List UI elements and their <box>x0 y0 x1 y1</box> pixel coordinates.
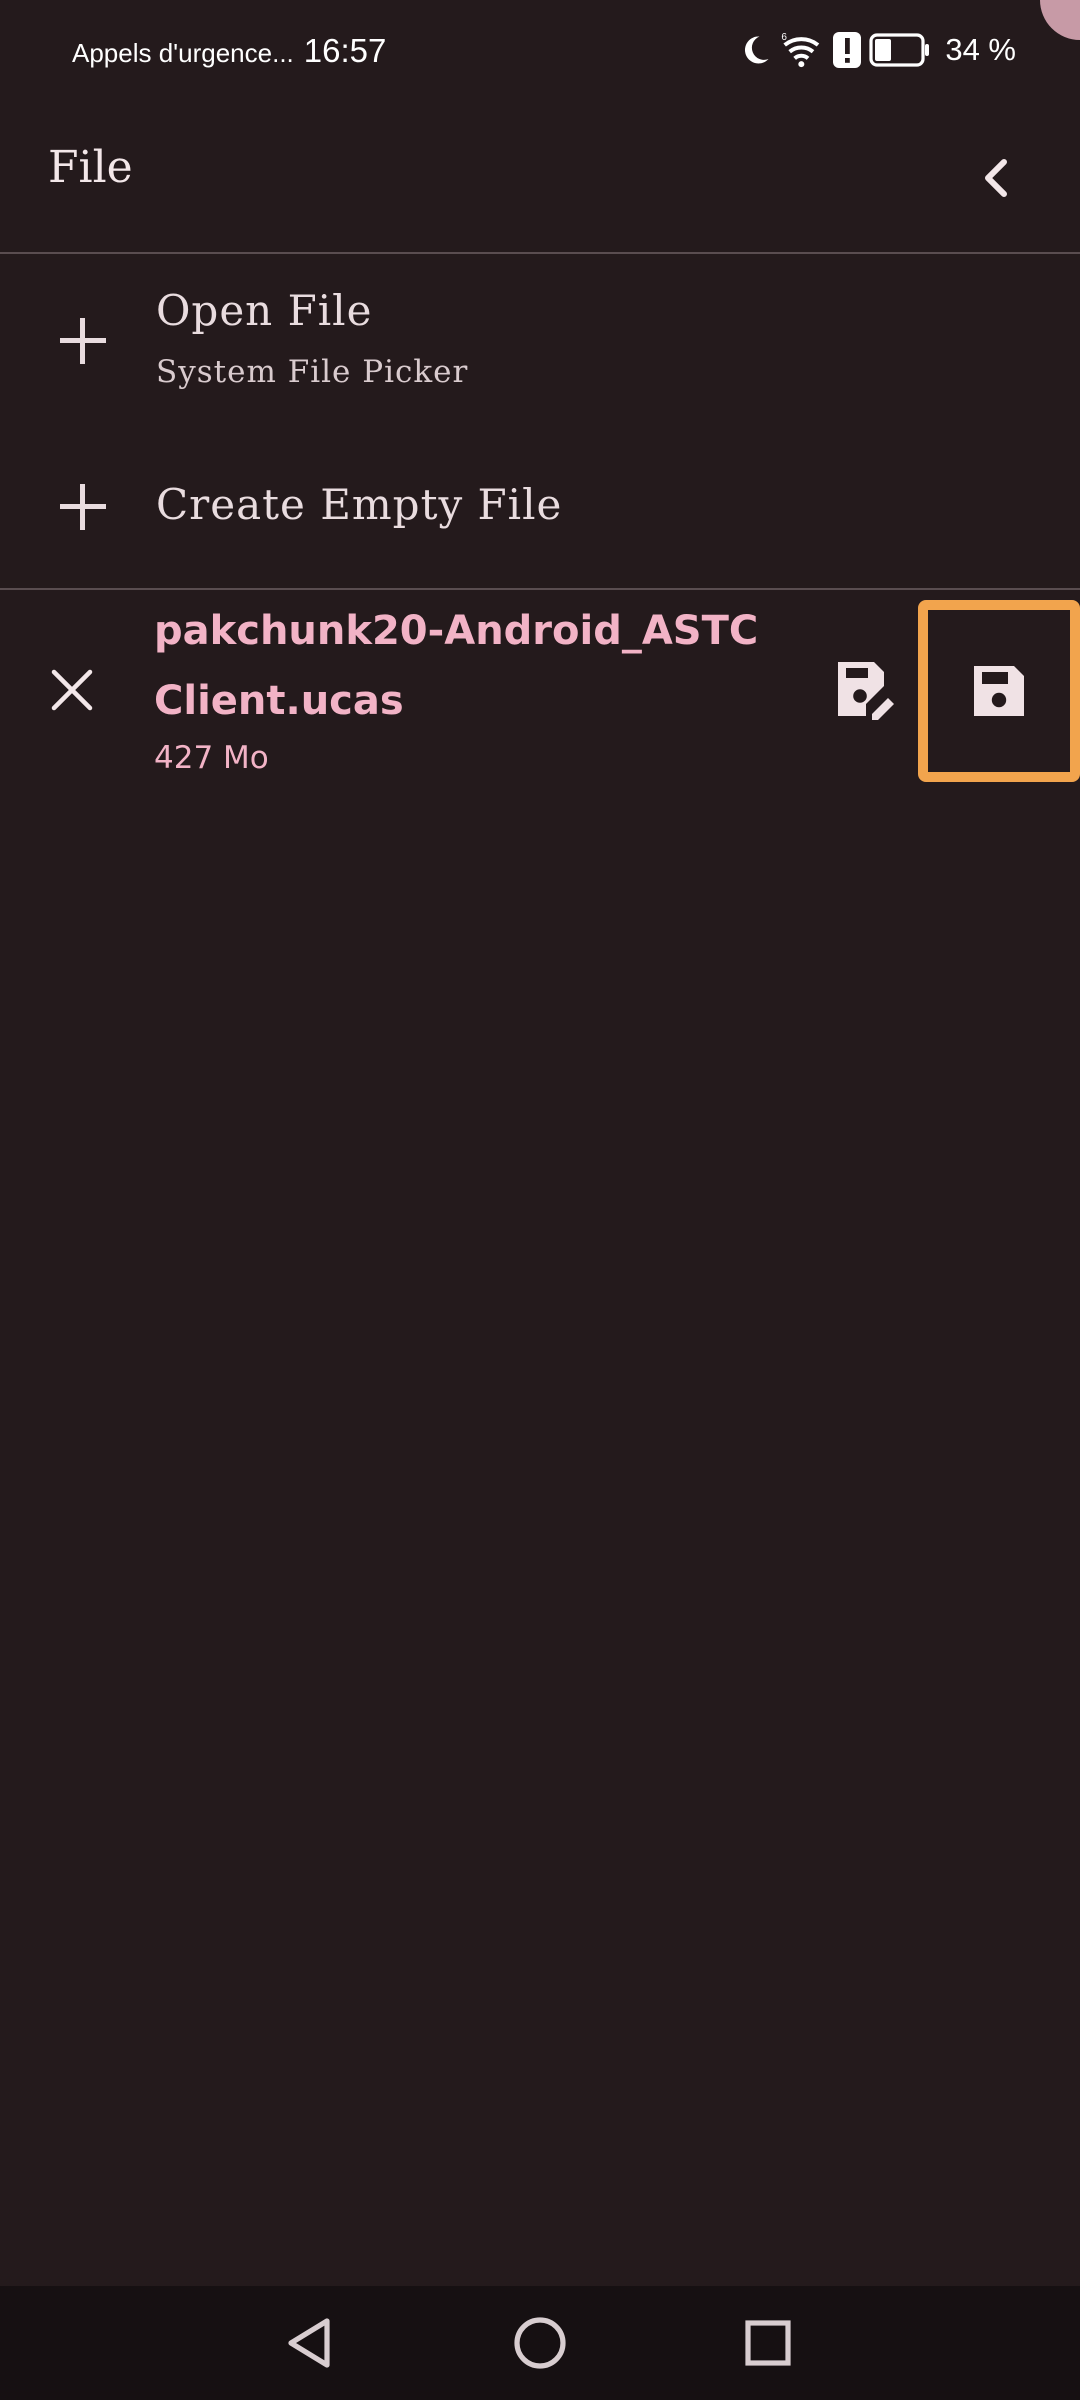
status-right: 6 34 % <box>737 30 1016 70</box>
battery-icon <box>869 33 931 67</box>
clock: 16:57 <box>303 32 387 69</box>
nav-home-button[interactable] <box>505 2308 575 2378</box>
nav-back-button[interactable] <box>274 2308 344 2378</box>
file-name: pakchunk20-Android_ASTCClient.ucas <box>154 608 759 724</box>
nav-recents-button[interactable] <box>733 2308 803 2378</box>
save-icon <box>974 666 1024 716</box>
battery-percent: 34 % <box>945 32 1016 67</box>
moon-icon <box>737 32 773 68</box>
wifi-icon: 6 <box>781 30 825 70</box>
triangle-back-icon <box>288 2318 330 2368</box>
save-as-button[interactable] <box>820 644 910 734</box>
open-file-sublabel: System File Picker <box>156 354 469 390</box>
open-file-item[interactable]: Open File System File Picker <box>0 254 1080 430</box>
create-empty-file-item[interactable]: Create Empty File <box>0 430 1080 586</box>
emergency-calls-text: Appels d'urgence... <box>72 38 294 68</box>
app-header: File <box>0 106 1080 254</box>
status-bar: Appels d'urgence... 16:57 6 34 % <box>0 0 1080 106</box>
save-button[interactable] <box>918 600 1080 782</box>
create-empty-file-label: Create Empty File <box>156 480 563 529</box>
close-file-button[interactable] <box>32 650 112 730</box>
file-size: 427 Mo <box>154 740 269 776</box>
chevron-left-icon <box>985 159 1007 197</box>
close-icon <box>51 669 93 711</box>
square-recents-icon <box>745 2320 791 2366</box>
circle-home-icon <box>514 2317 566 2369</box>
page-title: File <box>48 142 133 193</box>
alert-icon <box>833 32 862 68</box>
plus-icon <box>60 318 106 364</box>
file-row: pakchunk20-Android_ASTCClient.ucas 427 M… <box>0 590 1080 800</box>
plus-icon <box>60 484 106 530</box>
svg-text:6: 6 <box>782 32 788 43</box>
status-left: Appels d'urgence... 16:57 <box>72 32 386 70</box>
navigation-bar <box>0 2286 1080 2400</box>
open-file-label: Open File <box>156 286 373 335</box>
save-edit-icon <box>838 662 894 720</box>
back-button[interactable] <box>952 134 1040 222</box>
